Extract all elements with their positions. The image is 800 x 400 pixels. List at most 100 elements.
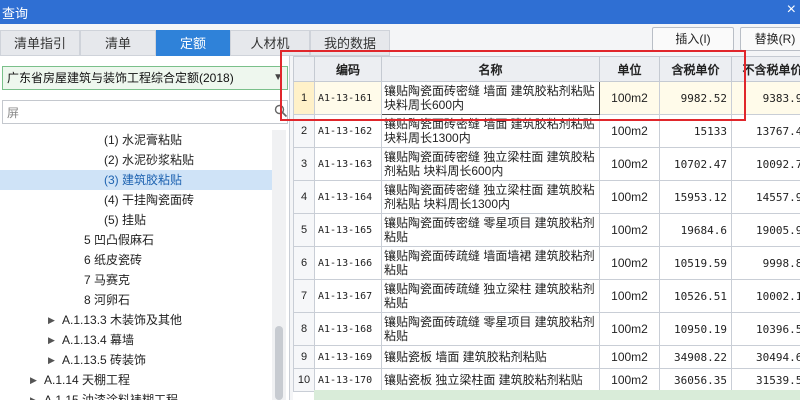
tab-labor-material-machine[interactable]: 人材机 — [230, 30, 310, 56]
notax-price: 9383.94 — [731, 81, 800, 115]
scrollbar-thumb[interactable] — [275, 326, 283, 400]
table-row[interactable]: 9 A1-13-169 镶贴瓷板 墙面 建筑胶粘剂粘贴 100m2 34908.… — [293, 345, 800, 369]
expand-caret-icon[interactable]: ▶ — [30, 370, 37, 390]
row-index: 5 — [293, 213, 315, 247]
replace-button[interactable]: 替换(R) — [740, 27, 800, 51]
table-row[interactable]: 2 A1-13-162 镶贴陶瓷面砖密缝 墙面 建筑胶粘剂粘贴 块料周长1300… — [293, 114, 800, 148]
quota-code: A1-13-170 — [314, 368, 382, 392]
quota-unit: 100m2 — [599, 81, 660, 115]
tax-price: 19684.6 — [659, 213, 732, 247]
search-icon[interactable] — [274, 104, 288, 118]
quota-table: 编码 名称 单位 含税单价 不含税单价 1 A1-13-161 镶贴陶瓷面砖密缝… — [293, 56, 800, 392]
table-row[interactable]: 4 A1-13-164 镶贴陶瓷面砖密缝 独立梁柱面 建筑胶粘剂粘贴 块料周长1… — [293, 180, 800, 214]
tab-my-data[interactable]: 我的数据 — [310, 30, 390, 56]
notax-price: 19005.96 — [731, 213, 800, 247]
quota-code: A1-13-163 — [314, 147, 382, 181]
expand-caret-icon[interactable]: ▶ — [48, 330, 55, 350]
close-icon[interactable]: × — [787, 1, 796, 19]
table-row[interactable]: 8 A1-13-168 镶贴陶瓷面砖疏缝 零星项目 建筑胶粘剂粘贴 100m2 … — [293, 312, 800, 346]
quota-unit: 100m2 — [599, 368, 660, 392]
search-input[interactable] — [2, 100, 288, 124]
tree-item-selected[interactable]: (3) 建筑胶粘贴 — [0, 170, 272, 190]
quota-name[interactable]: 镶贴陶瓷面砖密缝 墙面 建筑胶粘剂粘贴 块料周长1300内 — [381, 114, 600, 148]
tree-item[interactable]: 5 凹凸假麻石 — [0, 230, 272, 250]
table-row[interactable]: 1 A1-13-161 镶贴陶瓷面砖密缝 墙面 建筑胶粘剂粘贴 块料周长600内… — [293, 81, 800, 115]
tax-price: 10526.51 — [659, 279, 732, 313]
column-header-tax-price[interactable]: 含税单价 — [659, 56, 732, 82]
quota-name[interactable]: 镶贴瓷板 墙面 建筑胶粘剂粘贴 — [381, 345, 600, 369]
tax-price: 9982.52 — [659, 81, 732, 115]
column-header-index — [293, 56, 315, 82]
tax-price: 34908.22 — [659, 345, 732, 369]
notax-price: 9998.87 — [731, 246, 800, 280]
table-row[interactable]: 10 A1-13-170 镶贴瓷板 独立梁柱面 建筑胶粘剂粘贴 100m2 36… — [293, 368, 800, 392]
tree-item[interactable]: (5) 挂贴 — [0, 210, 272, 230]
quota-library-select[interactable]: 广东省房屋建筑与装饰工程综合定额(2018) ▼ — [2, 66, 288, 90]
quota-unit: 100m2 — [599, 114, 660, 148]
quota-name[interactable]: 镶贴陶瓷面砖疏缝 独立梁柱 建筑胶粘剂粘贴 — [381, 279, 600, 313]
notax-price: 10002.15 — [731, 279, 800, 313]
quota-name[interactable]: 镶贴陶瓷面砖密缝 独立梁柱面 建筑胶粘剂粘贴 块料周长600内 — [381, 147, 600, 181]
quota-unit: 100m2 — [599, 312, 660, 346]
quota-name[interactable]: 镶贴陶瓷面砖密缝 墙面 建筑胶粘剂粘贴 块料周长600内 — [381, 81, 600, 115]
quota-name[interactable]: 镶贴陶瓷面砖密缝 独立梁柱面 建筑胶粘剂粘贴 块料周长1300内 — [381, 180, 600, 214]
table-header: 编码 名称 单位 含税单价 不含税单价 — [293, 56, 800, 82]
chevron-down-icon: ▼ — [273, 72, 283, 83]
tree-item[interactable]: ▶ A.1.13.5 砖装饰 — [0, 350, 272, 370]
tree-item[interactable]: ▶ A.1.14 天棚工程 — [0, 370, 272, 390]
tree-item[interactable]: (4) 干挂陶瓷面砖 — [0, 190, 272, 210]
table-row[interactable]: 3 A1-13-163 镶贴陶瓷面砖密缝 独立梁柱面 建筑胶粘剂粘贴 块料周长6… — [293, 147, 800, 181]
expand-caret-icon[interactable]: ▶ — [48, 310, 55, 330]
quota-tree: (1) 水泥膏粘贴 (2) 水泥砂浆粘贴 (3) 建筑胶粘贴 (4) 干挂陶瓷面… — [0, 130, 272, 400]
column-header-unit[interactable]: 单位 — [599, 56, 660, 82]
tab-quota[interactable]: 定额 — [156, 30, 230, 56]
tree-scrollbar[interactable] — [272, 130, 286, 400]
column-header-notax-price[interactable]: 不含税单价 — [731, 56, 800, 82]
window-titlebar: 查询 × — [0, 0, 800, 24]
table-row[interactable]: 7 A1-13-167 镶贴陶瓷面砖疏缝 独立梁柱 建筑胶粘剂粘贴 100m2 … — [293, 279, 800, 313]
column-header-code[interactable]: 编码 — [314, 56, 382, 82]
notax-price: 10396.54 — [731, 312, 800, 346]
quota-name[interactable]: 镶贴陶瓷面砖疏缝 零星项目 建筑胶粘剂粘贴 — [381, 312, 600, 346]
tree-item[interactable]: ▶ A.1.13.3 木装饰及其他 — [0, 310, 272, 330]
expand-caret-icon[interactable]: ▶ — [48, 350, 55, 370]
row-index: 3 — [293, 147, 315, 181]
tax-price: 15953.12 — [659, 180, 732, 214]
quota-code: A1-13-166 — [314, 246, 382, 280]
row-index: 4 — [293, 180, 315, 214]
tree-item[interactable]: (2) 水泥砂浆粘贴 — [0, 150, 272, 170]
notax-price: 31539.51 — [731, 368, 800, 392]
row-index: 6 — [293, 246, 315, 280]
table-row[interactable]: 5 A1-13-165 镶贴陶瓷面砖密缝 零星项目 建筑胶粘剂粘贴 100m2 … — [293, 213, 800, 247]
insert-button[interactable]: 插入(I) — [652, 27, 734, 51]
quota-library-value: 广东省房屋建筑与装饰工程综合定额(2018) — [7, 71, 234, 85]
column-header-name[interactable]: 名称 — [381, 56, 600, 82]
row-index: 2 — [293, 114, 315, 148]
tax-price: 10950.19 — [659, 312, 732, 346]
quota-name[interactable]: 镶贴陶瓷面砖密缝 零星项目 建筑胶粘剂粘贴 — [381, 213, 600, 247]
quota-grid: 编码 名称 单位 含税单价 不含税单价 1 A1-13-161 镶贴陶瓷面砖密缝… — [293, 56, 800, 400]
tree-item[interactable]: ▶ A.1.15 油漆涂料裱糊工程 — [0, 390, 272, 400]
notax-price: 13767.48 — [731, 114, 800, 148]
quota-code: A1-13-161 — [314, 81, 382, 115]
quota-unit: 100m2 — [599, 147, 660, 181]
quota-unit: 100m2 — [599, 279, 660, 313]
quota-unit: 100m2 — [599, 213, 660, 247]
quota-name[interactable]: 镶贴陶瓷面砖疏缝 墙面墙裙 建筑胶粘剂粘贴 — [381, 246, 600, 280]
quota-code: A1-13-162 — [314, 114, 382, 148]
tree-item[interactable]: 6 纸皮瓷砖 — [0, 250, 272, 270]
quota-code: A1-13-168 — [314, 312, 382, 346]
expand-caret-icon[interactable]: ▶ — [30, 390, 37, 400]
tree-item[interactable]: (1) 水泥膏粘贴 — [0, 130, 272, 150]
table-row[interactable]: 6 A1-13-166 镶贴陶瓷面砖疏缝 墙面墙裙 建筑胶粘剂粘贴 100m2 … — [293, 246, 800, 280]
left-panel: 广东省房屋建筑与装饰工程综合定额(2018) ▼ (1) 水泥膏粘贴 (2) 水… — [0, 56, 290, 400]
tree-item[interactable]: 7 马赛克 — [0, 270, 272, 290]
tree-item[interactable]: ▶ A.1.13.4 幕墙 — [0, 330, 272, 350]
window-title: 查询 — [2, 6, 29, 21]
tab-bill[interactable]: 清单 — [80, 30, 156, 56]
quota-name[interactable]: 镶贴瓷板 独立梁柱面 建筑胶粘剂粘贴 — [381, 368, 600, 392]
tab-bill-guide[interactable]: 清单指引 — [0, 30, 80, 56]
tree-item[interactable]: 8 河卵石 — [0, 290, 272, 310]
tab-bar: 清单指引 清单 定额 人材机 我的数据 — [0, 30, 640, 56]
quota-code: A1-13-169 — [314, 345, 382, 369]
